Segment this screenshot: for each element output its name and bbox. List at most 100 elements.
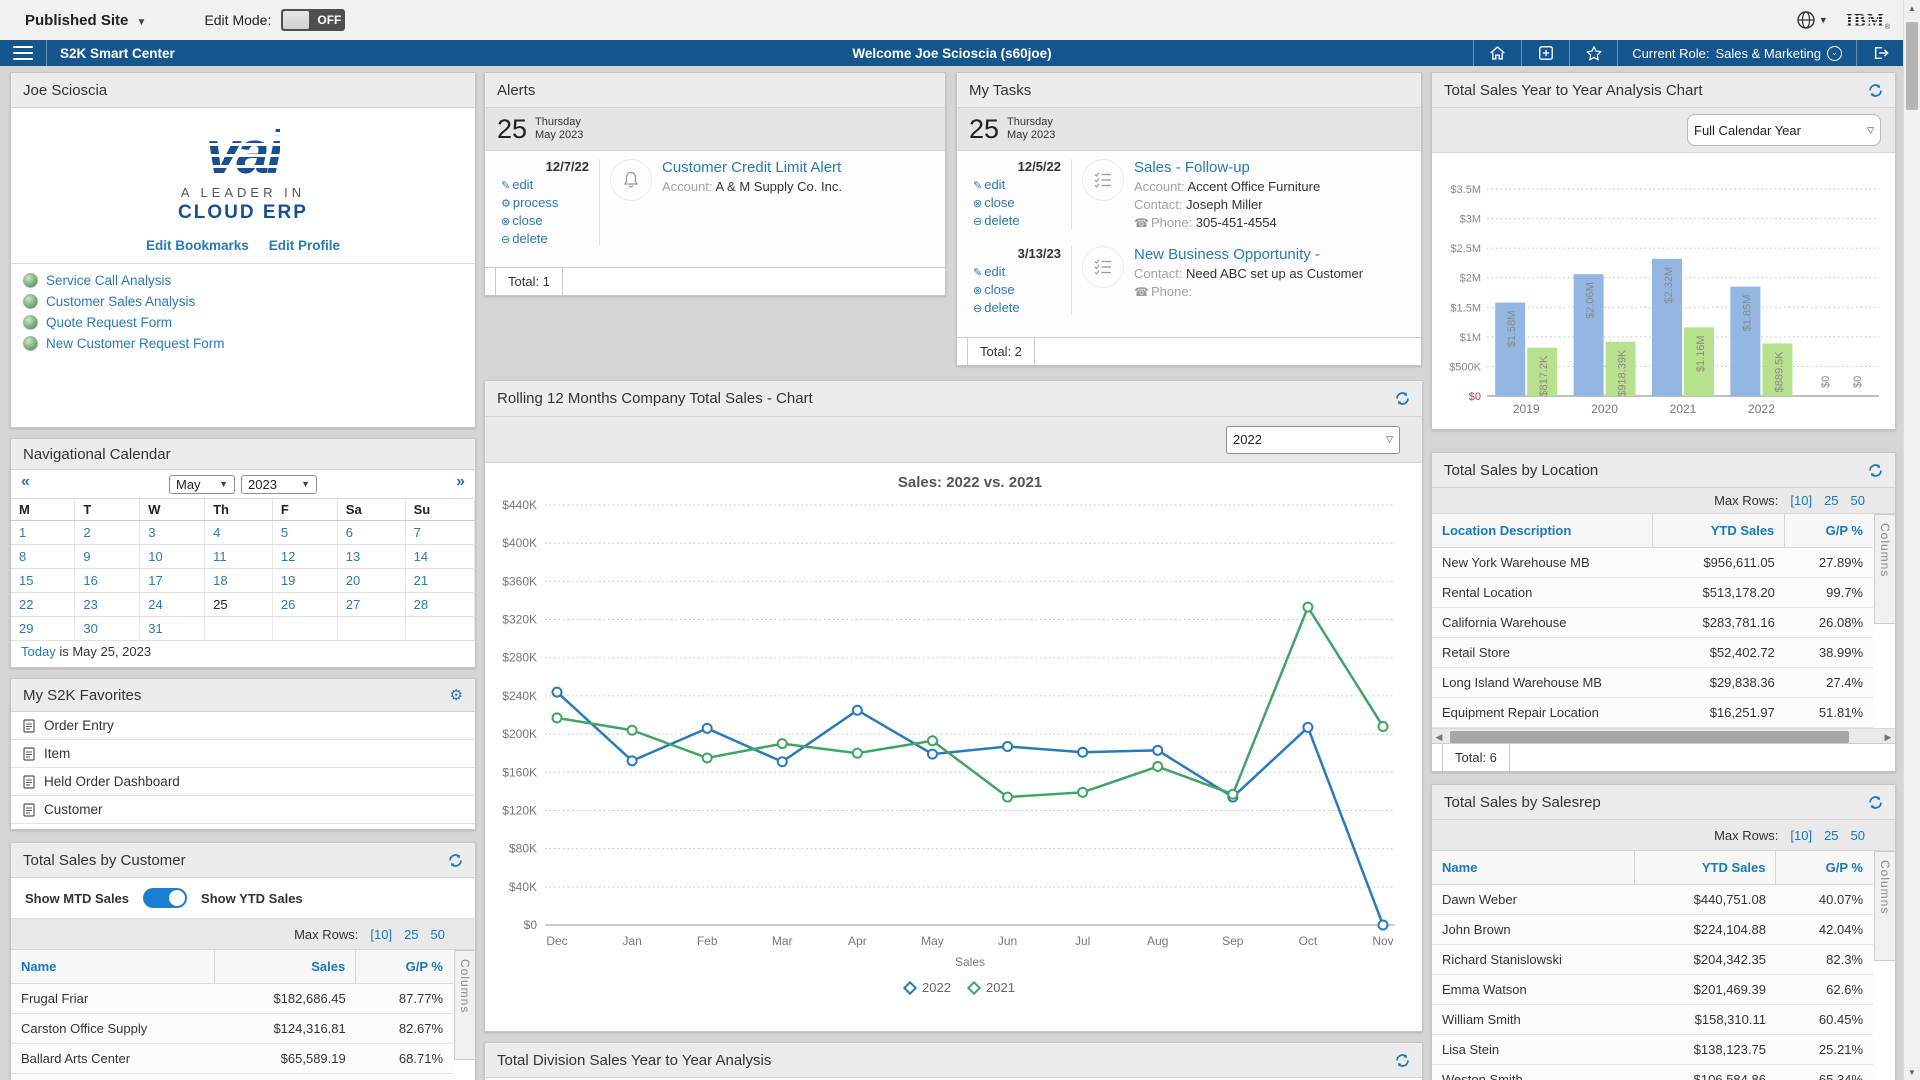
menu-icon[interactable] [13, 46, 33, 60]
column-header[interactable]: Sales [214, 950, 355, 984]
favorite-item[interactable]: Held Order Dashboard [11, 768, 475, 796]
refresh-icon[interactable] [1395, 1053, 1410, 1068]
refresh-icon[interactable] [1395, 391, 1410, 406]
max-rows-option-selected[interactable]: [10] [370, 927, 392, 942]
calendar-day-cell[interactable]: 17 [140, 569, 205, 593]
calendar-day-cell[interactable]: 3 [140, 521, 205, 545]
close-action[interactable]: ⊗close [485, 213, 589, 228]
edit-bookmarks-link[interactable]: Edit Bookmarks [146, 238, 249, 253]
column-header[interactable]: YTD Sales [1653, 514, 1785, 548]
refresh-icon[interactable] [448, 853, 463, 868]
row-name-cell[interactable]: Ballard Arts Center [11, 1044, 214, 1074]
calendar-day-cell[interactable]: 14 [405, 545, 474, 569]
favorites-button[interactable] [1569, 40, 1617, 66]
logout-button[interactable] [1856, 40, 1904, 66]
today-link[interactable]: Today [21, 644, 56, 659]
edit-action[interactable]: ✎edit [957, 264, 1061, 279]
language-menu[interactable]: ▼ [1796, 10, 1828, 30]
calendar-day-cell[interactable]: 5 [272, 521, 337, 545]
calendar-day-cell[interactable]: 31 [140, 617, 205, 641]
column-header[interactable]: Name [11, 950, 214, 984]
column-header[interactable]: YTD Sales [1635, 851, 1776, 885]
close-action[interactable]: ⊗close [957, 282, 1061, 297]
calendar-day-cell[interactable]: 4 [205, 521, 273, 545]
refresh-icon[interactable] [1868, 795, 1883, 810]
home-button[interactable] [1473, 40, 1521, 66]
delete-action[interactable]: ⊖delete [957, 300, 1061, 315]
add-tab-button[interactable] [1521, 40, 1569, 66]
columns-tab[interactable]: Columns [1874, 851, 1895, 961]
range-select[interactable]: Full Calendar Year▽ [1687, 114, 1881, 146]
bookmark-item[interactable]: New Customer Request Form [11, 333, 475, 354]
favorite-item[interactable]: Order Entry [11, 712, 475, 740]
column-header[interactable]: G/P % [1785, 514, 1873, 548]
calendar-day-cell[interactable]: 15 [11, 569, 75, 593]
calendar-day-cell[interactable]: 18 [205, 569, 273, 593]
next-month-arrow[interactable]: » [456, 473, 465, 491]
calendar-day-cell[interactable]: 27 [337, 593, 405, 617]
scrollbar-thumb[interactable] [1450, 731, 1849, 743]
calendar-day-cell[interactable]: 23 [75, 593, 140, 617]
scrollbar-thumb[interactable] [1906, 22, 1918, 110]
refresh-icon[interactable] [1868, 83, 1883, 98]
gear-icon[interactable]: ⚙ [450, 686, 463, 704]
scroll-left-arrow[interactable]: ◀ [1432, 729, 1446, 745]
column-header[interactable]: G/P % [356, 950, 453, 984]
calendar-day-cell[interactable]: 6 [337, 521, 405, 545]
max-rows-option[interactable]: 25 [1824, 493, 1838, 508]
max-rows-option[interactable]: 25 [1824, 828, 1838, 843]
calendar-day-cell[interactable]: 30 [75, 617, 140, 641]
column-header[interactable]: Location Description [1432, 514, 1653, 548]
favorite-item[interactable]: Item [11, 740, 475, 768]
delete-action[interactable]: ⊖delete [957, 213, 1061, 228]
calendar-day-cell[interactable]: 21 [405, 569, 474, 593]
scroll-right-arrow[interactable]: ▶ [1881, 729, 1895, 745]
row-name-cell[interactable]: Frugal Friar [11, 984, 214, 1014]
close-action[interactable]: ⊗close [957, 195, 1061, 210]
edit-action[interactable]: ✎edit [485, 177, 589, 192]
favorite-item[interactable]: Customer [11, 796, 475, 824]
task-title-link[interactable]: Sales - Follow-up [1134, 159, 1421, 176]
calendar-day-cell[interactable]: 24 [140, 593, 205, 617]
bookmark-item[interactable]: Quote Request Form [11, 312, 475, 333]
column-header[interactable]: G/P % [1776, 851, 1873, 885]
calendar-day-cell[interactable]: 1 [11, 521, 75, 545]
row-name-cell[interactable]: Carston Office Supply [11, 1014, 214, 1044]
calendar-day-cell[interactable]: 11 [205, 545, 273, 569]
max-rows-option[interactable]: 25 [404, 927, 418, 942]
page-scrollbar[interactable]: ▲ ▼ [1903, 0, 1920, 1080]
alert-title-link[interactable]: Customer Credit Limit Alert [662, 159, 945, 176]
month-select[interactable]: May▼ [169, 475, 235, 494]
horizontal-scrollbar[interactable]: ◀ ▶ [1432, 728, 1895, 743]
year-select[interactable]: 2023▼ [241, 475, 317, 494]
max-rows-option-selected[interactable]: [10] [1790, 493, 1812, 508]
max-rows-option[interactable]: 50 [1851, 828, 1865, 843]
calendar-day-cell[interactable]: 26 [272, 593, 337, 617]
mtd-ytd-toggle[interactable] [143, 888, 187, 908]
calendar-day-cell[interactable]: 19 [272, 569, 337, 593]
column-header[interactable]: Name [1432, 851, 1635, 885]
calendar-day-cell[interactable]: 13 [337, 545, 405, 569]
calendar-day-cell[interactable]: 7 [405, 521, 474, 545]
bookmark-item[interactable]: Customer Sales Analysis [11, 291, 475, 312]
calendar-day-cell[interactable]: 9 [75, 545, 140, 569]
refresh-icon[interactable] [1868, 463, 1883, 478]
scroll-up-arrow[interactable]: ▲ [1904, 0, 1920, 16]
chart-year-select[interactable]: 2022▽ [1226, 426, 1400, 454]
calendar-day-cell[interactable]: 2 [75, 521, 140, 545]
calendar-day-cell[interactable]: 12 [272, 545, 337, 569]
delete-action[interactable]: ⊖delete [485, 231, 589, 246]
edit-mode-toggle[interactable]: OFF [281, 9, 345, 31]
calendar-day-cell[interactable]: 10 [140, 545, 205, 569]
scroll-down-arrow[interactable]: ▼ [1904, 1064, 1920, 1080]
calendar-day-cell[interactable]: 22 [11, 593, 75, 617]
max-rows-option[interactable]: 50 [1851, 493, 1865, 508]
task-title-link[interactable]: New Business Opportunity - [1134, 246, 1421, 263]
max-rows-option-selected[interactable]: [10] [1790, 828, 1812, 843]
calendar-day-cell[interactable]: 29 [11, 617, 75, 641]
bookmark-item[interactable]: Service Call Analysis [11, 270, 475, 291]
published-site-menu[interactable]: Published Site ▼ [25, 12, 146, 29]
calendar-day-cell[interactable]: 25 [205, 593, 273, 617]
calendar-day-cell[interactable]: 16 [75, 569, 140, 593]
max-rows-option[interactable]: 50 [431, 927, 445, 942]
